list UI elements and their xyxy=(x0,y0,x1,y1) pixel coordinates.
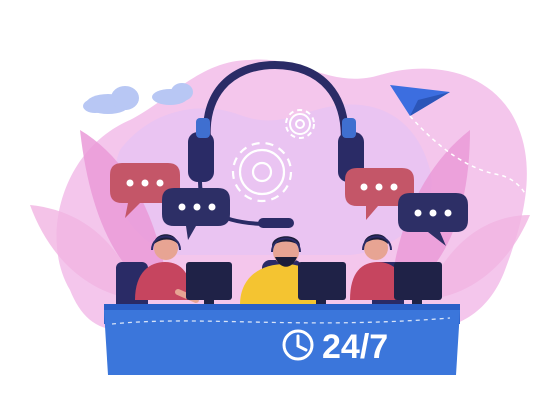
cloud-left-icon xyxy=(83,86,139,114)
illustration-canvas: 24/7 xyxy=(30,59,532,375)
availability-text: 24/7 xyxy=(322,328,388,366)
call-center-illustration: 24/7 xyxy=(0,0,560,420)
desk xyxy=(104,304,460,375)
